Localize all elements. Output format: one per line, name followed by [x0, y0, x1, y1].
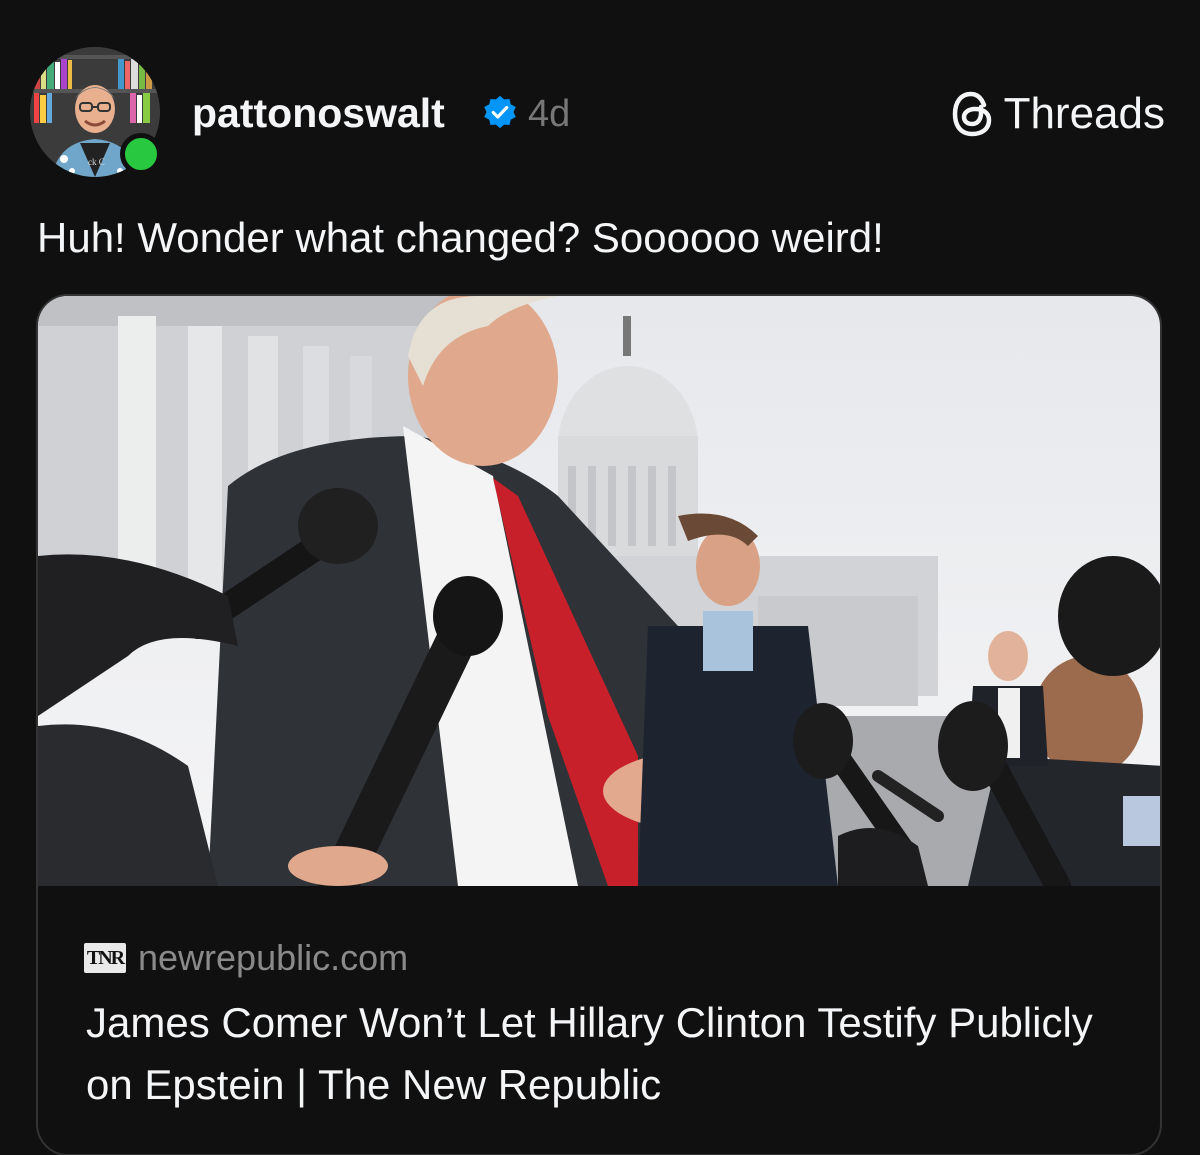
threads-logo-icon — [952, 91, 991, 137]
press-conference-photo — [38, 296, 1160, 886]
verified-badge-icon — [484, 95, 516, 129]
post-caption: Huh! Wonder what changed? Soooooo weird! — [37, 214, 884, 261]
link-preview-card[interactable]: TNR newrepublic.com James Comer Won’t Le… — [36, 294, 1162, 1155]
threads-label: Threads — [1003, 89, 1165, 138]
post-timestamp: 4d — [528, 93, 571, 135]
author-avatar[interactable]: ck C — [30, 47, 162, 177]
author-username[interactable]: pattonoswalt — [192, 88, 445, 138]
link-title[interactable]: James Comer Won’t Let Hillary Clinton Te… — [86, 992, 1116, 1116]
link-domain: newrepublic.com — [138, 937, 409, 978]
link-source: TNR newrepublic.com — [84, 936, 408, 980]
threads-post: ck C pattonoswalt 4d Threads Huh! Wonder… — [0, 0, 1200, 1155]
svg-text:ck C: ck C — [88, 157, 105, 167]
threads-brand[interactable]: Threads — [950, 88, 1165, 140]
online-status-indicator — [120, 133, 162, 175]
site-favicon-icon: TNR — [84, 943, 126, 973]
